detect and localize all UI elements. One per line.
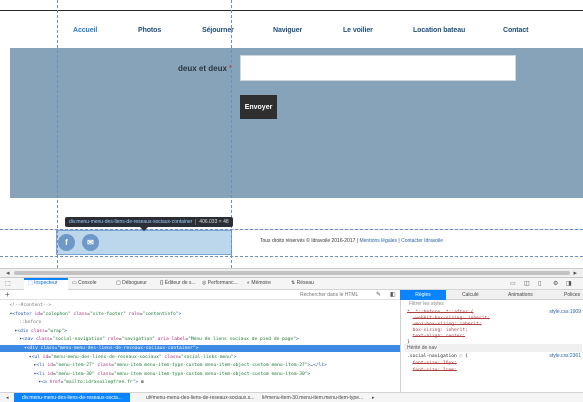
tab-reseau[interactable]: ⇅ Réseau: [291, 280, 314, 286]
nav-item-accueil[interactable]: Accueil: [73, 27, 97, 34]
tab-reseau-label: Réseau: [296, 280, 314, 286]
breadcrumb: ◂ div.menu-menu-des-liens-de-reseaux-soc…: [0, 392, 583, 402]
guide-line-bottom: [0, 256, 583, 257]
breadcrumb-item-ul[interactable]: ul#menu-menu-des-liens-de-reseaux-sociau…: [146, 393, 254, 402]
nav-item-photos[interactable]: Photos: [138, 27, 161, 34]
tab-console[interactable]: ▭ Console: [72, 280, 96, 286]
rules-view[interactable]: Filtrer les styles *, *::before, *::afte…: [400, 300, 583, 392]
nav-item-naviguer[interactable]: Naviguer: [273, 27, 302, 34]
eyedropper-icon[interactable]: ✎: [376, 291, 381, 298]
nav-item-contact[interactable]: Contact: [503, 27, 528, 34]
inherited-header: Hérité de nav: [404, 344, 582, 352]
scrollbar-thumb[interactable]: [14, 271, 570, 275]
captcha-label-text: deux et deux: [178, 64, 227, 73]
rule-source-link[interactable]: style.css:1909: [549, 309, 581, 315]
markup-node-selected[interactable]: ▾<div class="menu-menu-des-liens-de-rese…: [0, 345, 400, 352]
markup-node[interactable]: ▾<ul id="menu-menu-des-liens-de-reseaux-…: [0, 354, 400, 361]
web-page: Accueil Photos Séjourner Naviguer Le voi…: [0, 0, 583, 268]
toggle-sidebar-icon[interactable]: ◧: [390, 291, 396, 298]
breadcrumb-item-li[interactable]: li#menu-item-30.menu-item.menu-item-type…: [262, 393, 363, 402]
tab-polices[interactable]: Polices: [564, 292, 580, 298]
guide-line-top: [0, 229, 583, 230]
tab-console-label: Console: [78, 280, 97, 286]
responsive-icon[interactable]: ▯: [538, 280, 541, 287]
nav-item-sejourner[interactable]: Séjourner: [202, 27, 234, 34]
add-node-icon[interactable]: +: [5, 290, 10, 299]
filter-styles-input[interactable]: Filtrer les styles: [409, 301, 444, 307]
facebook-icon[interactable]: f: [58, 234, 75, 251]
tab-debogueur-label: Débogueur: [122, 280, 147, 286]
inspector-tooltip: div.menu-menu-des-liens-de-reseaux-socia…: [65, 217, 233, 227]
nav-item-location-bateau[interactable]: Location bateau: [413, 27, 465, 34]
markup-node[interactable]: ▾<footer id="colophon" class="site-foote…: [0, 311, 400, 318]
mentions-legales-link[interactable]: Mentions légales: [358, 238, 397, 244]
copyright-text: Tous droits réservés © Idravoile 2016-20…: [260, 238, 359, 244]
contacter-link[interactable]: Contacter Idravoile: [401, 238, 443, 244]
main-navigation: Accueil Photos Séjourner Naviguer Le voi…: [0, 10, 583, 48]
tab-inspecteur[interactable]: ⬚ Inspecteur: [28, 280, 57, 286]
devtools-panel: ⬚ ⬚ Inspecteur ▭ Console ▢ Débogueur {} …: [0, 277, 583, 402]
devtools-toolbar: ⬚ ⬚ Inspecteur ▭ Console ▢ Débogueur {} …: [0, 278, 583, 290]
footer-copyright: Tous droits réservés © Idravoile 2016-20…: [260, 238, 443, 244]
captcha-input[interactable]: [240, 55, 516, 81]
tab-editeur-label: Éditeur de s...: [164, 280, 196, 286]
scroll-left-icon[interactable]: ◂: [6, 269, 10, 277]
markup-node[interactable]: ::before: [0, 319, 400, 326]
breadcrumb-left-arrow[interactable]: ◂: [6, 393, 9, 402]
split-console-icon[interactable]: ◫: [524, 280, 530, 287]
tab-inspecteur-label: Inspecteur: [34, 280, 58, 286]
css-declaration[interactable]: font-size: 1rem;: [407, 367, 582, 374]
markup-node[interactable]: ▸<li id="menu-item-27" class="menu-item …: [0, 362, 400, 369]
mail-icon[interactable]: ✉: [82, 234, 99, 251]
markup-view[interactable]: <!--#content--> ▾<footer id="colophon" cl…: [0, 300, 400, 392]
dock-side-icon[interactable]: ◨: [566, 280, 572, 287]
scroll-right-icon[interactable]: ▸: [573, 269, 577, 277]
markup-node[interactable]: ▾<nav class="social-navigation" role="na…: [0, 336, 400, 343]
css-declaration[interactable]: font-size: 16px;: [407, 360, 582, 367]
captcha-label: deux et deux *: [178, 64, 232, 73]
tab-calcule[interactable]: Calculé: [462, 292, 479, 298]
rules-tabs: Règles Calculé Animations Polices: [400, 290, 583, 300]
markup-node[interactable]: ▾<a href="mailto:idravoile@free.fr"> ⊞: [0, 379, 400, 386]
pick-element-icon[interactable]: ⬚: [5, 280, 11, 287]
breadcrumb-right-arrow[interactable]: ▸: [372, 393, 375, 402]
send-button[interactable]: Envoyer: [240, 95, 277, 119]
markup-node[interactable]: ▾<div class="wrap">: [0, 328, 400, 335]
tab-editeur-de-style[interactable]: {} Éditeur de s...: [160, 280, 196, 286]
dock-icon[interactable]: ▭: [510, 280, 516, 287]
rule-source-link-2[interactable]: style.css:2361: [549, 353, 581, 359]
markup-node[interactable]: ▾<li id="menu-item-30" class="menu-item …: [0, 371, 400, 378]
guide-line-right: [231, 0, 232, 268]
markup-node[interactable]: <!--#content-->: [0, 302, 400, 309]
nav-item-le-voilier[interactable]: Le voilier: [343, 27, 373, 34]
breadcrumb-item-div[interactable]: div.menu-menu-des-liens-de-reseaux-socia…: [14, 393, 130, 402]
guide-line-left: [57, 0, 58, 268]
tooltip-selector: div.menu-menu-des-liens-de-reseaux-socia…: [69, 219, 193, 225]
horizontal-scrollbar[interactable]: ◂ ▸: [0, 268, 583, 277]
tab-memoire-label: Mémoire: [251, 280, 271, 286]
tooltip-arrow: [140, 227, 148, 231]
tooltip-dimensions: 406.033 × 48: [195, 219, 229, 225]
tab-performance[interactable]: ◎ Performanc...: [202, 280, 238, 286]
tab-regles[interactable]: Règles: [400, 290, 446, 300]
tab-animations[interactable]: Animations: [508, 292, 533, 298]
settings-icon[interactable]: ⚙: [553, 280, 558, 287]
tab-performance-label: Performanc...: [207, 280, 238, 286]
tab-debogueur[interactable]: ▢ Débogueur: [116, 280, 147, 286]
tab-memoire[interactable]: ◐ Mémoire: [247, 280, 271, 286]
